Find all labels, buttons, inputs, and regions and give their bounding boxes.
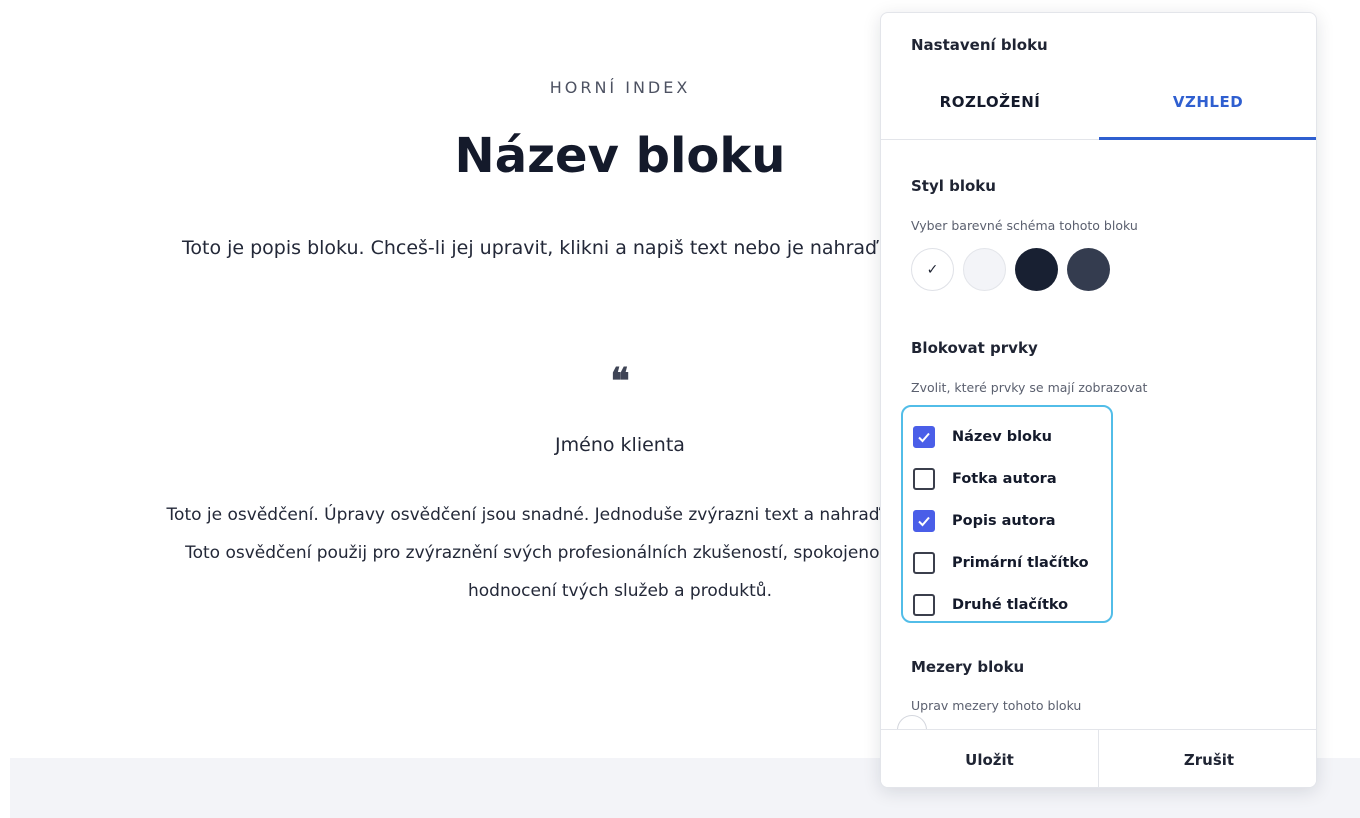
cancel-button[interactable]: Zrušit [1100, 730, 1316, 787]
save-button[interactable]: Uložit [881, 730, 1099, 787]
style-section-title: Styl bloku [911, 177, 996, 195]
style-section-hint: Vyber barevné schéma tohoto bloku [911, 218, 1138, 233]
panel-tabs: ROZLOŽENÍ VZHLED [881, 85, 1316, 140]
panel-footer: Uložit Zrušit [881, 729, 1316, 787]
swatch-white[interactable]: ✓ [911, 248, 954, 291]
tab-layout[interactable]: ROZLOŽENÍ [881, 85, 1099, 140]
elements-section-hint: Zvolit, které prvky se mají zobrazovat [911, 380, 1148, 395]
block-settings-panel: Nastavení bloku ROZLOŽENÍ VZHLED Styl bl… [880, 12, 1317, 788]
checkbox-unchecked[interactable] [913, 594, 935, 616]
checkbox-unchecked[interactable] [913, 468, 935, 490]
checkbox-row-author-description[interactable]: Popis autora [913, 507, 1056, 535]
swatch-dark-navy[interactable] [1015, 248, 1058, 291]
quote-icon: ❝ [610, 360, 630, 402]
checkbox-row-secondary-button[interactable]: Druhé tlačítko [913, 591, 1068, 619]
checkmark-icon [918, 432, 930, 443]
panel-title: Nastavení bloku [911, 36, 1048, 54]
checkbox-checked[interactable] [913, 510, 935, 532]
tab-appearance[interactable]: VZHLED [1099, 85, 1316, 140]
checkbox-row-author-photo[interactable]: Fotka autora [913, 465, 1057, 493]
block-overline: HORNÍ INDEX [549, 78, 691, 97]
checkbox-label: Fotka autora [952, 471, 1057, 487]
checkbox-unchecked[interactable] [913, 552, 935, 574]
block-title: Název bloku [454, 128, 786, 184]
checkbox-label: Název bloku [952, 429, 1052, 445]
checkbox-row-block-title[interactable]: Název bloku [913, 423, 1052, 451]
block-description: Toto je popis bloku. Chceš-li jej upravi… [182, 237, 880, 259]
spacing-section-hint: Uprav mezery tohoto bloku [911, 698, 1082, 713]
swatch-light-gray[interactable] [963, 248, 1006, 291]
checkbox-label: Popis autora [952, 513, 1056, 529]
checkmark-icon [918, 516, 930, 527]
elements-checkbox-group: Název bloku Fotka autora Popis autora Pr… [901, 405, 1113, 623]
swatch-slate[interactable] [1067, 248, 1110, 291]
elements-section-title: Blokovat prvky [911, 339, 1038, 357]
panel-scroll-area[interactable]: Styl bloku Vyber barevné schéma tohoto b… [881, 141, 1316, 729]
checkbox-row-primary-button[interactable]: Primární tlačítko [913, 549, 1089, 577]
checkbox-label: Primární tlačítko [952, 555, 1089, 571]
checkbox-checked[interactable] [913, 426, 935, 448]
testimonial-text: Toto je osvědčení. Úpravy osvědčení jsou… [166, 505, 880, 601]
check-icon: ✓ [926, 261, 939, 278]
spacing-option-radio[interactable] [897, 715, 927, 729]
client-name: Jméno klienta [555, 434, 685, 456]
checkbox-label: Druhé tlačítko [952, 597, 1069, 613]
spacing-section-title: Mezery bloku [911, 658, 1025, 676]
block-canvas: HORNÍ INDEX Název bloku Toto je popis bl… [0, 0, 880, 760]
